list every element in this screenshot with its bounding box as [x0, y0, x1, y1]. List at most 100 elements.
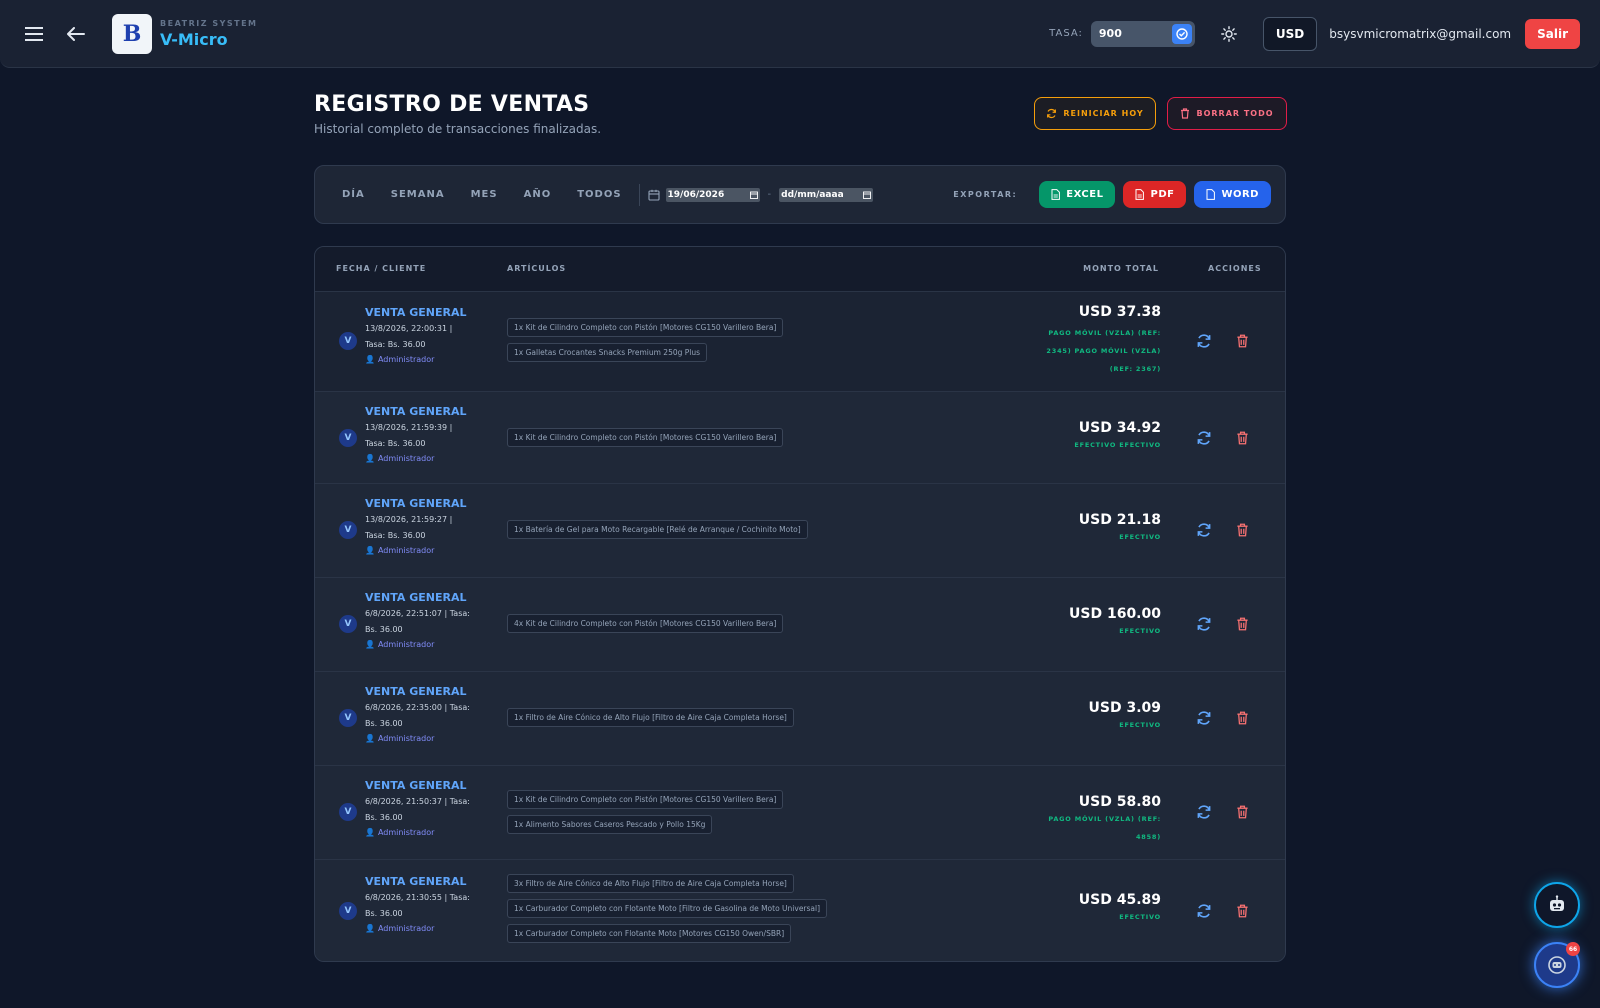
- tab-ano[interactable]: AÑO: [511, 189, 565, 200]
- delete-all-label: BORRAR TODO: [1196, 109, 1274, 118]
- sale-rate: Tasa: Bs. 36.00: [365, 439, 426, 448]
- tab-semana[interactable]: SEMANA: [378, 189, 458, 200]
- assistant-bot-button[interactable]: [1534, 882, 1580, 928]
- client-name[interactable]: VENTA GENERAL: [365, 875, 475, 888]
- file-icon: [1051, 189, 1061, 200]
- item-chip: 1x Carburador Completo con Flotante Moto…: [507, 924, 792, 943]
- robot-icon: [1550, 895, 1564, 911]
- back-arrow-icon[interactable]: [62, 20, 90, 48]
- payment-method: EFECTIVO: [1119, 627, 1161, 635]
- items-list: 1x Batería de Gel para Moto Recargable […: [507, 520, 808, 539]
- sale-datetime: 6/8/2026, 21:30:55 | Tasa:: [365, 893, 470, 902]
- table-row: V VENTA GENERAL 6/8/2026, 22:35:00 | Tas…: [315, 671, 1285, 765]
- trash-icon[interactable]: [1233, 615, 1251, 633]
- trash-icon[interactable]: [1233, 803, 1251, 821]
- trash-icon[interactable]: [1233, 709, 1251, 727]
- export-word-button[interactable]: WORD: [1194, 181, 1271, 208]
- table-row: V VENTA GENERAL 6/8/2026, 21:30:55 | Tas…: [315, 859, 1285, 961]
- item-chip: 1x Filtro de Aire Cónico de Alto Flujo […: [507, 708, 794, 727]
- amount-cell: USD 21.18 EFECTIVO: [1079, 512, 1161, 546]
- brand-subtitle: BEATRIZ SYSTEM: [160, 18, 258, 28]
- sale-rate: Bs. 36.00: [365, 909, 403, 918]
- sale-rate: Bs. 36.00: [365, 625, 403, 634]
- amount-value: USD 3.09: [1088, 700, 1162, 716]
- menu-icon[interactable]: [20, 20, 48, 48]
- amount-cell: USD 3.09 EFECTIVO: [1089, 700, 1162, 734]
- table-row: V VENTA GENERAL 13/8/2026, 22:00:31 | Ta…: [315, 291, 1285, 391]
- amount-value: USD 160.00: [1069, 606, 1161, 622]
- refresh-icon[interactable]: [1195, 615, 1213, 633]
- sun-icon[interactable]: [1215, 20, 1243, 48]
- client-name[interactable]: VENTA GENERAL: [365, 591, 475, 604]
- calendar-icon: [647, 189, 660, 201]
- confirm-check-icon[interactable]: [1171, 23, 1192, 44]
- brand-name: V-Micro: [160, 29, 228, 49]
- amount-value: USD 45.89: [1078, 892, 1161, 908]
- table-row: V VENTA GENERAL 6/8/2026, 21:50:37 | Tas…: [315, 765, 1285, 859]
- tasa-input[interactable]: [1098, 27, 1159, 40]
- chat-button[interactable]: 66: [1534, 942, 1580, 988]
- trash-icon[interactable]: [1233, 429, 1251, 447]
- trash-icon[interactable]: [1233, 332, 1251, 350]
- logout-button[interactable]: Salir: [1525, 18, 1580, 49]
- header-items: ARTÍCULOS: [507, 264, 567, 273]
- sale-user-name: Administrador: [377, 454, 435, 463]
- items-list: 1x Kit de Cilindro Completo con Pistón […: [507, 790, 784, 834]
- calendar-picker-icon[interactable]: [863, 191, 872, 199]
- date-to-input[interactable]: dd/mm/aaaa: [779, 187, 874, 202]
- item-chip: 1x Alimento Sabores Caseros Pescado y Po…: [507, 815, 713, 834]
- client-name[interactable]: VENTA GENERAL: [365, 497, 475, 510]
- trash-icon[interactable]: [1233, 902, 1251, 920]
- currency-button[interactable]: USD: [1262, 16, 1318, 51]
- amount-value: USD 37.38: [1078, 304, 1161, 320]
- chat-icon: [1548, 956, 1566, 974]
- delete-all-button[interactable]: BORRAR TODO: [1167, 97, 1287, 130]
- client-avatar: V: [339, 709, 357, 727]
- date-range: 19/06/2026 - dd/mm/aaaa: [647, 187, 874, 202]
- tab-dia[interactable]: DÍA: [329, 189, 378, 200]
- filter-bar: DÍA SEMANA MES AÑO TODOS 19/06/2026 - dd…: [314, 165, 1286, 224]
- sale-user-name: Administrador: [377, 546, 435, 555]
- sale-datetime: 13/8/2026, 22:00:31 |: [365, 324, 453, 333]
- export-excel-button[interactable]: EXCEL: [1039, 181, 1116, 208]
- table-row: V VENTA GENERAL 6/8/2026, 22:51:07 | Tas…: [315, 577, 1285, 671]
- items-list: 3x Filtro de Aire Cónico de Alto Flujo […: [507, 874, 828, 943]
- tab-todos[interactable]: TODOS: [564, 189, 634, 200]
- trash-icon[interactable]: [1233, 521, 1251, 539]
- export-label: EXPORTAR:: [953, 190, 1018, 199]
- user-icon: 👤: [365, 355, 375, 364]
- refresh-icon[interactable]: [1195, 803, 1213, 821]
- refresh-icon[interactable]: [1195, 332, 1213, 350]
- client-info: VENTA GENERAL 6/8/2026, 21:30:55 | Tasa:…: [365, 875, 475, 933]
- item-chip: 4x Kit de Cilindro Completo con Pistón […: [507, 614, 784, 633]
- date-from-value: 19/06/2026: [667, 189, 725, 200]
- refresh-icon[interactable]: [1195, 521, 1213, 539]
- items-list: 4x Kit de Cilindro Completo con Pistón […: [507, 614, 784, 633]
- items-list: 1x Kit de Cilindro Completo con Pistón […: [507, 428, 784, 447]
- reset-today-button[interactable]: REINICIAR HOY: [1034, 97, 1156, 130]
- refresh-icon[interactable]: [1195, 902, 1213, 920]
- date-from-input[interactable]: 19/06/2026: [665, 187, 760, 202]
- refresh-icon[interactable]: [1195, 709, 1213, 727]
- tab-mes[interactable]: MES: [458, 189, 511, 200]
- amount-cell: USD 45.89 EFECTIVO: [1079, 892, 1161, 926]
- export-pdf-button[interactable]: PDF: [1123, 181, 1187, 208]
- payment-method: EFECTIVO EFECTIVO: [1074, 441, 1161, 449]
- table-row: V VENTA GENERAL 13/8/2026, 21:59:27 | Ta…: [315, 483, 1285, 577]
- client-name[interactable]: VENTA GENERAL: [365, 306, 475, 319]
- user-icon: 👤: [365, 454, 375, 463]
- sale-rate: Tasa: Bs. 36.00: [365, 531, 426, 540]
- payment-method: PAGO MÓVIL (VZLA) (REF: 2345) PAGO MÓVIL…: [1046, 329, 1161, 373]
- payment-method: EFECTIVO: [1119, 721, 1161, 729]
- payment-method: EFECTIVO: [1119, 913, 1161, 921]
- header-actions: ACCIONES: [1208, 264, 1262, 273]
- client-name[interactable]: VENTA GENERAL: [365, 405, 475, 418]
- page-subtitle: Historial completo de transacciones fina…: [314, 122, 602, 136]
- calendar-picker-icon[interactable]: [749, 191, 758, 199]
- sale-datetime: 6/8/2026, 21:50:37 | Tasa:: [365, 797, 470, 806]
- sale-datetime: 13/8/2026, 21:59:27 |: [365, 515, 453, 524]
- user-icon: 👤: [365, 734, 375, 743]
- client-name[interactable]: VENTA GENERAL: [365, 779, 475, 792]
- refresh-icon[interactable]: [1195, 429, 1213, 447]
- client-name[interactable]: VENTA GENERAL: [365, 685, 475, 698]
